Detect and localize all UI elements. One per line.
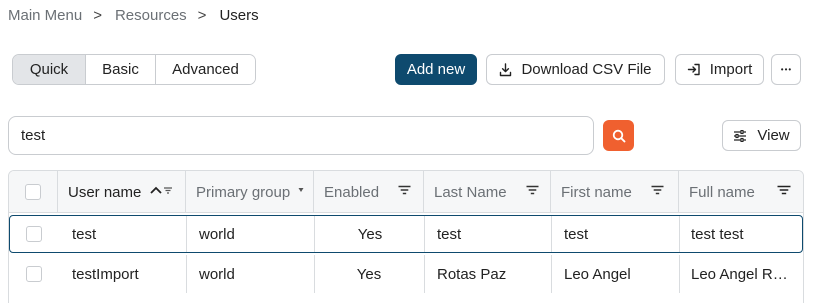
tab-basic[interactable]: Basic xyxy=(86,55,156,84)
column-header-enabled[interactable]: Enabled xyxy=(314,171,424,213)
column-divider xyxy=(186,216,187,252)
search-input[interactable] xyxy=(8,116,594,155)
row-checkbox[interactable] xyxy=(26,226,42,242)
column-header-last-name[interactable]: Last Name xyxy=(424,171,551,213)
cell-enabled: Yes xyxy=(356,265,382,283)
column-label-user-name: User name xyxy=(68,183,142,201)
column-divider xyxy=(424,216,425,252)
tab-quick[interactable]: Quick xyxy=(13,55,86,84)
column-header-full-name[interactable]: Full name xyxy=(679,171,803,213)
column-header-first-name[interactable]: First name xyxy=(551,171,679,213)
cell-first-name: Leo Angel xyxy=(564,265,631,283)
filter-icon[interactable] xyxy=(398,185,411,195)
search-icon xyxy=(612,129,626,143)
select-all-checkbox[interactable] xyxy=(25,184,41,200)
column-divider xyxy=(186,255,187,293)
cell-last-name: test xyxy=(437,225,462,243)
filter-icon[interactable] xyxy=(777,185,791,195)
tab-advanced[interactable]: Advanced xyxy=(156,55,255,84)
column-label-full-name: Full name xyxy=(689,183,755,201)
cell-first-name: test xyxy=(564,225,589,243)
column-label-enabled: Enabled xyxy=(324,183,380,201)
column-label-primary-group: Primary group xyxy=(196,183,291,201)
view-button[interactable]: View xyxy=(722,120,801,151)
import-label: Import xyxy=(709,61,753,78)
import-button[interactable]: Import xyxy=(675,54,764,85)
cell-primary-group: world xyxy=(199,265,235,283)
breadcrumb-main-menu[interactable]: Main Menu xyxy=(8,7,82,24)
cell-enabled: Yes xyxy=(357,225,383,243)
view-label: View xyxy=(757,127,790,144)
users-table: User name Primary group Enabled Last Nam… xyxy=(8,170,804,303)
cell-user-name: testImport xyxy=(72,265,139,283)
import-icon xyxy=(687,63,701,76)
search-button[interactable] xyxy=(603,120,634,151)
breadcrumb-separator: > xyxy=(197,6,207,24)
filter-icon[interactable] xyxy=(651,185,664,195)
download-csv-label: Download CSV File xyxy=(521,61,652,78)
column-header-primary-group[interactable]: Primary group xyxy=(186,171,314,213)
table-row[interactable]: testImport world Yes Rotas Paz Leo Angel… xyxy=(9,255,803,293)
breadcrumb-users: Users xyxy=(219,6,259,24)
view-mode-tabs: Quick Basic Advanced xyxy=(12,54,256,85)
cell-user-name: test xyxy=(72,225,97,243)
sort-asc-icon[interactable] xyxy=(150,185,174,197)
download-icon xyxy=(499,62,512,77)
column-label-first-name: First name xyxy=(561,183,632,201)
row-checkbox-cell xyxy=(10,216,58,252)
column-label-last-name: Last Name xyxy=(434,183,507,201)
column-divider xyxy=(551,216,552,252)
column-divider xyxy=(679,216,680,252)
column-divider xyxy=(551,255,552,293)
select-all-cell xyxy=(9,171,58,213)
column-header-user-name[interactable]: User name xyxy=(58,171,186,213)
filter-icon[interactable] xyxy=(526,185,539,195)
cell-last-name: Rotas Paz xyxy=(437,265,507,283)
column-divider xyxy=(679,255,680,293)
row-checkbox-cell xyxy=(9,255,58,293)
column-divider xyxy=(424,255,425,293)
breadcrumb-separator: > xyxy=(93,6,102,24)
breadcrumb-resources[interactable]: Resources xyxy=(115,7,187,24)
cell-full-name: test test xyxy=(691,225,744,243)
cell-full-name: Leo Angel R… xyxy=(691,265,788,283)
row-checkbox[interactable] xyxy=(25,266,42,282)
sliders-icon xyxy=(733,129,747,142)
more-options-button[interactable]: ••• xyxy=(771,54,801,85)
cell-primary-group: world xyxy=(199,225,235,243)
breadcrumb: Main Menu > Resources > Users xyxy=(8,6,259,24)
table-row[interactable]: test world Yes test test test test xyxy=(9,215,803,253)
download-csv-button[interactable]: Download CSV File xyxy=(486,54,665,85)
sort-caret-icon[interactable] xyxy=(298,187,304,193)
table-header-row: User name Primary group Enabled Last Nam… xyxy=(9,171,803,213)
add-new-button[interactable]: Add new xyxy=(395,54,477,85)
